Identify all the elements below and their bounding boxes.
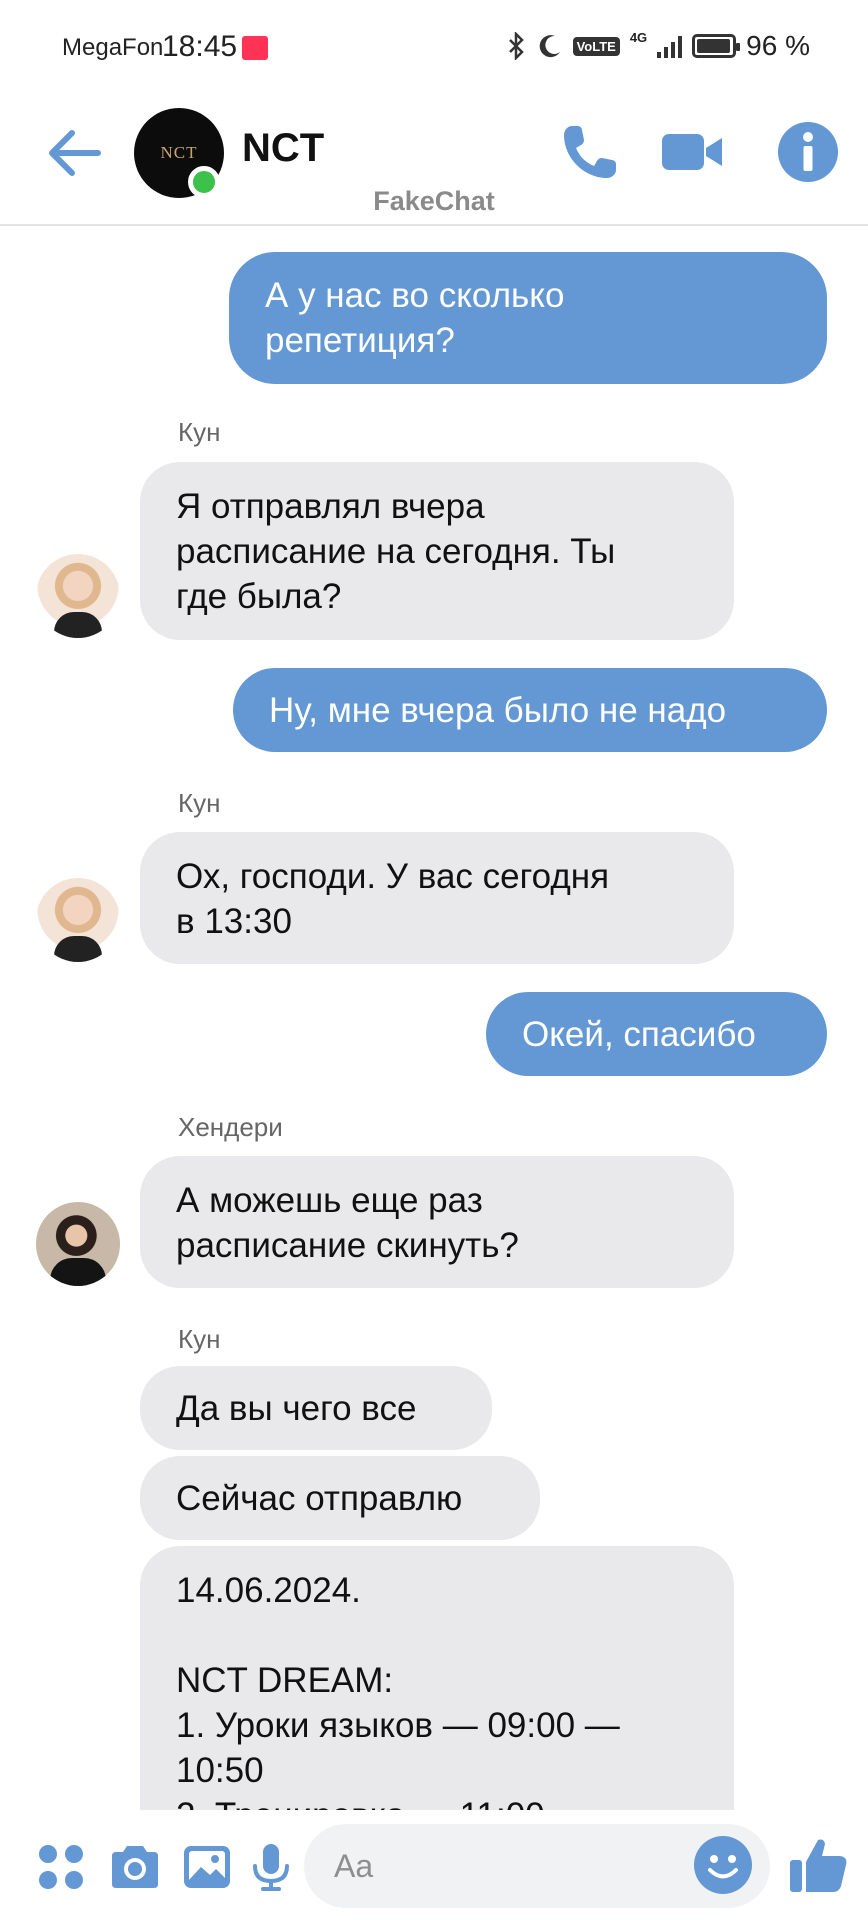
watermark-label: FakeChat [373,186,495,216]
avatar-logo-text: NCT [160,143,198,162]
message-bubble-outgoing[interactable]: А у нас во сколько репетиция? [229,252,827,384]
message-bubble-incoming[interactable]: Ох, господи. У вас сегодня в 13:30 [140,832,734,964]
gallery-icon[interactable] [180,1840,234,1894]
message-bubble-incoming[interactable]: 14.06.2024. NCT DREAM: 1. Уроки языков —… [140,1546,734,1810]
sender-avatar[interactable] [36,554,120,638]
sender-name: Кун [178,417,221,447]
notification-icon [242,36,268,60]
message-bubble-outgoing[interactable]: Окей, спасибо [486,992,827,1076]
message-bubble-outgoing[interactable]: Ну, мне вчера было не надо [233,668,827,752]
moon-icon [539,35,560,58]
message-text: Ну, мне вчера было не надо [269,690,727,730]
chat-title[interactable]: NCT [242,126,324,171]
message-text: Я отправлял вчера расписание на сегодня.… [176,487,616,616]
sender-name: Кун [178,1324,221,1354]
apps-icon[interactable] [34,1840,88,1894]
sender-name: Кун [178,788,221,818]
sender-name: Хендери [178,1112,283,1142]
camera-icon[interactable] [108,1840,162,1894]
battery-icon [692,34,741,58]
message-list[interactable]: А у нас во сколько репетиция? Кун Я отпр… [0,228,868,1810]
message-text: А можешь еще раз расписание скинуть? [176,1181,519,1265]
carrier-label: MegaFon [62,34,164,61]
sender-avatar[interactable] [36,1202,120,1286]
sender-avatar[interactable] [36,878,120,962]
clock: 18:45 [162,30,238,63]
bluetooth-icon [508,32,524,60]
status-bar: MegaFon 18:45 VoLTE 4G 96 % [0,0,868,100]
message-text: 14.06.2024. NCT DREAM: 1. Уроки языков —… [176,1571,620,1810]
composer-bar [0,1810,868,1920]
back-arrow-icon[interactable] [44,126,104,180]
message-text: Ох, господи. У вас сегодня в 13:30 [176,857,610,941]
message-bubble-incoming[interactable]: Я отправлял вчера расписание на сегодня.… [140,462,734,640]
info-icon[interactable] [776,120,840,184]
message-bubble-incoming[interactable]: Сейчас отправлю [140,1456,540,1540]
status-icons: VoLTE 4G 96 % [507,30,810,62]
message-text: Да вы чего все [176,1388,417,1428]
message-text: Окей, спасибо [522,1014,756,1054]
emoji-icon[interactable] [692,1834,754,1896]
battery-percent: 96 % [746,30,810,61]
volte-icon: VoLTE [572,36,620,56]
message-bubble-incoming[interactable]: А можешь еще раз расписание скинуть? [140,1156,734,1288]
message-text: Сейчас отправлю [176,1478,463,1518]
message-text: А у нас во сколько репетиция? [265,276,565,360]
thumbs-up-icon[interactable] [788,1834,850,1896]
video-call-icon[interactable] [660,120,724,184]
microphone-icon[interactable] [244,1840,298,1894]
signal-icon [657,34,683,58]
message-bubble-incoming[interactable]: Да вы чего все [140,1366,492,1450]
phone-icon[interactable] [558,120,622,184]
chat-header: NCT NCT FakeChat [0,100,868,226]
network-type-label: 4G [629,30,648,45]
